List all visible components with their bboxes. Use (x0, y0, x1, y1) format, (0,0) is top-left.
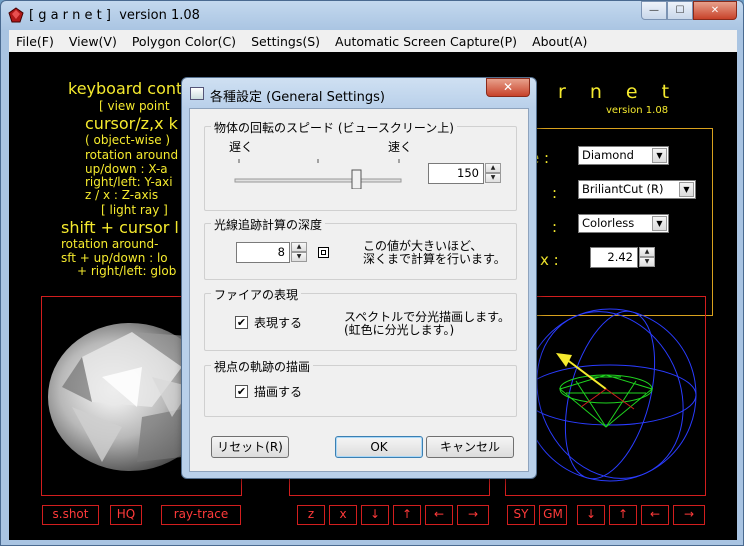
slider-thumb (351, 169, 362, 189)
refractive-index-field[interactable]: 2.42 (590, 247, 638, 268)
help-up-down: up/down : X-a (85, 162, 168, 176)
chevron-down-icon: ▼ (652, 148, 667, 163)
cut-select[interactable]: BriliantCut (R) ▼ (578, 180, 696, 199)
menu-auto-capture[interactable]: Automatic Screen Capture(P) (328, 34, 525, 49)
fire-title: ファイアの表現 (211, 286, 302, 303)
menu-view[interactable]: View(V) (62, 34, 125, 49)
window-title: [ g a r n e t ] version 1.08 (29, 8, 200, 23)
rotate-x-button[interactable]: x (329, 505, 357, 525)
light-right-button[interactable]: → (673, 505, 705, 525)
fast-label: 速く (388, 140, 413, 154)
fire-check-label[interactable]: 表現する (254, 317, 302, 330)
help-light-ray: [ light ray ] (101, 203, 168, 217)
speed-slider[interactable] (225, 159, 405, 189)
arrow-up-button[interactable]: ↑ (393, 505, 421, 525)
shape-select-value: Diamond (582, 148, 634, 162)
spin-down-icon[interactable]: ▼ (639, 257, 655, 267)
color-select-value: Colorless (582, 216, 635, 230)
menu-file[interactable]: File(F) (9, 34, 62, 49)
dialog-close-button[interactable]: ✕ (486, 78, 530, 97)
gem-info-panel: e : : : x : Diamond ▼ BriliantCut (R) ▼ … (513, 128, 713, 316)
help-sft-up-down: sft + up/down : lo (61, 251, 168, 265)
arrow-right-button[interactable]: → (457, 505, 489, 525)
rotation-speed-title: 物体の回転のスピード (ビュースクリーン上) (211, 119, 457, 136)
spin-up-icon[interactable]: ▲ (639, 247, 655, 257)
general-settings-dialog: 各種設定 (General Settings) ✕ 物体の回転のスピード (ビュ… (181, 77, 537, 479)
rotation-speed-group: 物体の回転のスピード (ビュースクリーン上) 遅く 速く 150 ▲ ▼ (204, 119, 517, 211)
light-down-button[interactable]: ↓ (577, 505, 605, 525)
help-object-wise: ( object-wise ) (85, 133, 171, 147)
ray-trace-button[interactable]: ray-trace (161, 505, 241, 525)
maximize-button[interactable]: ☐ (667, 1, 693, 20)
arrow-left-button[interactable]: ← (425, 505, 453, 525)
garnet-app-icon (8, 7, 24, 23)
info-label-index: x : (540, 251, 559, 269)
fire-note-line2: (虹色に分光します。) (344, 323, 455, 337)
help-rotation: rotation around (85, 148, 179, 162)
dialog-window-icon (190, 87, 204, 100)
refractive-index-spinner[interactable]: 2.42 ▲ ▼ (590, 247, 655, 268)
spin-up-icon[interactable]: ▲ (485, 163, 501, 173)
depth-value-field[interactable]: 8 (236, 242, 290, 263)
trail-group: 視点の軌跡の描画 ✔ 描画する (204, 358, 517, 417)
reset-button[interactable]: リセット(R) (211, 436, 289, 458)
menu-settings[interactable]: Settings(S) (244, 34, 328, 49)
cancel-button[interactable]: キャンセル (426, 436, 514, 458)
minimize-button[interactable]: — (641, 1, 667, 20)
spin-down-icon[interactable]: ▼ (485, 173, 501, 183)
raytrace-depth-group: 光線追跡計算の深度 8 ▲ ▼ この値が大きいほど、 深くまで計算を行います。 (204, 216, 517, 280)
ok-button[interactable]: OK (335, 436, 423, 458)
help-cursor-line: cursor/z,x k (85, 114, 178, 133)
trail-title: 視点の軌跡の描画 (211, 358, 314, 375)
help-rotation-2: rotation around- (61, 237, 159, 251)
spin-up-icon[interactable]: ▲ (291, 242, 307, 252)
gm-button[interactable]: GM (539, 505, 567, 525)
sy-button[interactable]: SY (507, 505, 535, 525)
cut-select-value: BriliantCut (R) (582, 182, 664, 196)
info-label-color: : (552, 218, 558, 236)
depth-spinner[interactable]: 8 ▲ ▼ (236, 242, 307, 263)
help-right-left: right/left: Y-axi (85, 175, 173, 189)
brand-name: r n e t (558, 81, 679, 103)
raytrace-depth-title: 光線追跡計算の深度 (211, 216, 326, 233)
shape-select[interactable]: Diamond ▼ (578, 146, 669, 165)
arrow-down-button[interactable]: ↓ (361, 505, 389, 525)
light-up-button[interactable]: ↑ (609, 505, 637, 525)
close-button[interactable]: ✕ (693, 1, 737, 20)
slow-label: 遅く (229, 140, 254, 154)
trail-check-label[interactable]: 描画する (254, 386, 302, 399)
speed-value-field[interactable]: 150 (428, 163, 484, 184)
spin-down-icon[interactable]: ▼ (291, 252, 307, 262)
caption-buttons: — ☐ ✕ (641, 1, 737, 20)
chevron-down-icon: ▼ (679, 182, 694, 197)
color-select[interactable]: Colorless ▼ (578, 214, 669, 233)
dialog-body: 物体の回転のスピード (ビュースクリーン上) 遅く 速く 150 ▲ ▼ 光線追… (189, 108, 529, 472)
dialog-title: 各種設定 (General Settings) (210, 90, 385, 105)
chevron-down-icon: ▼ (652, 216, 667, 231)
fire-checkbox[interactable]: ✔ (235, 316, 248, 329)
help-sft-right-left: + right/left: glob (77, 264, 177, 278)
menu-bar: File(F) View(V) Polygon Color(C) Setting… (9, 30, 737, 52)
light-left-button[interactable]: ← (641, 505, 669, 525)
help-zx: z / x : Z-axis (85, 188, 159, 202)
fire-group: ファイアの表現 ✔ 表現する スペクトルで分光描画します。 (虹色に分光します。… (204, 286, 517, 351)
trail-checkbox[interactable]: ✔ (235, 385, 248, 398)
rotate-z-button[interactable]: z (297, 505, 325, 525)
info-label-cut: : (552, 184, 558, 202)
screenshot-button[interactable]: s.shot (42, 505, 99, 525)
hq-button[interactable]: HQ (110, 505, 142, 525)
speed-spinner[interactable]: 150 ▲ ▼ (428, 163, 501, 184)
menu-about[interactable]: About(A) (525, 34, 595, 49)
help-heading: keyboard cont (68, 79, 183, 98)
help-shift-cursor: shift + cursor l (61, 218, 179, 237)
brand-version: version 1.08 (606, 105, 669, 116)
menu-polygon-color[interactable]: Polygon Color(C) (125, 34, 244, 49)
depth-note-line2: 深くまで計算を行います。 (363, 252, 506, 266)
help-view-point: [ view point (99, 99, 170, 113)
depth-indicator-icon (318, 247, 329, 258)
